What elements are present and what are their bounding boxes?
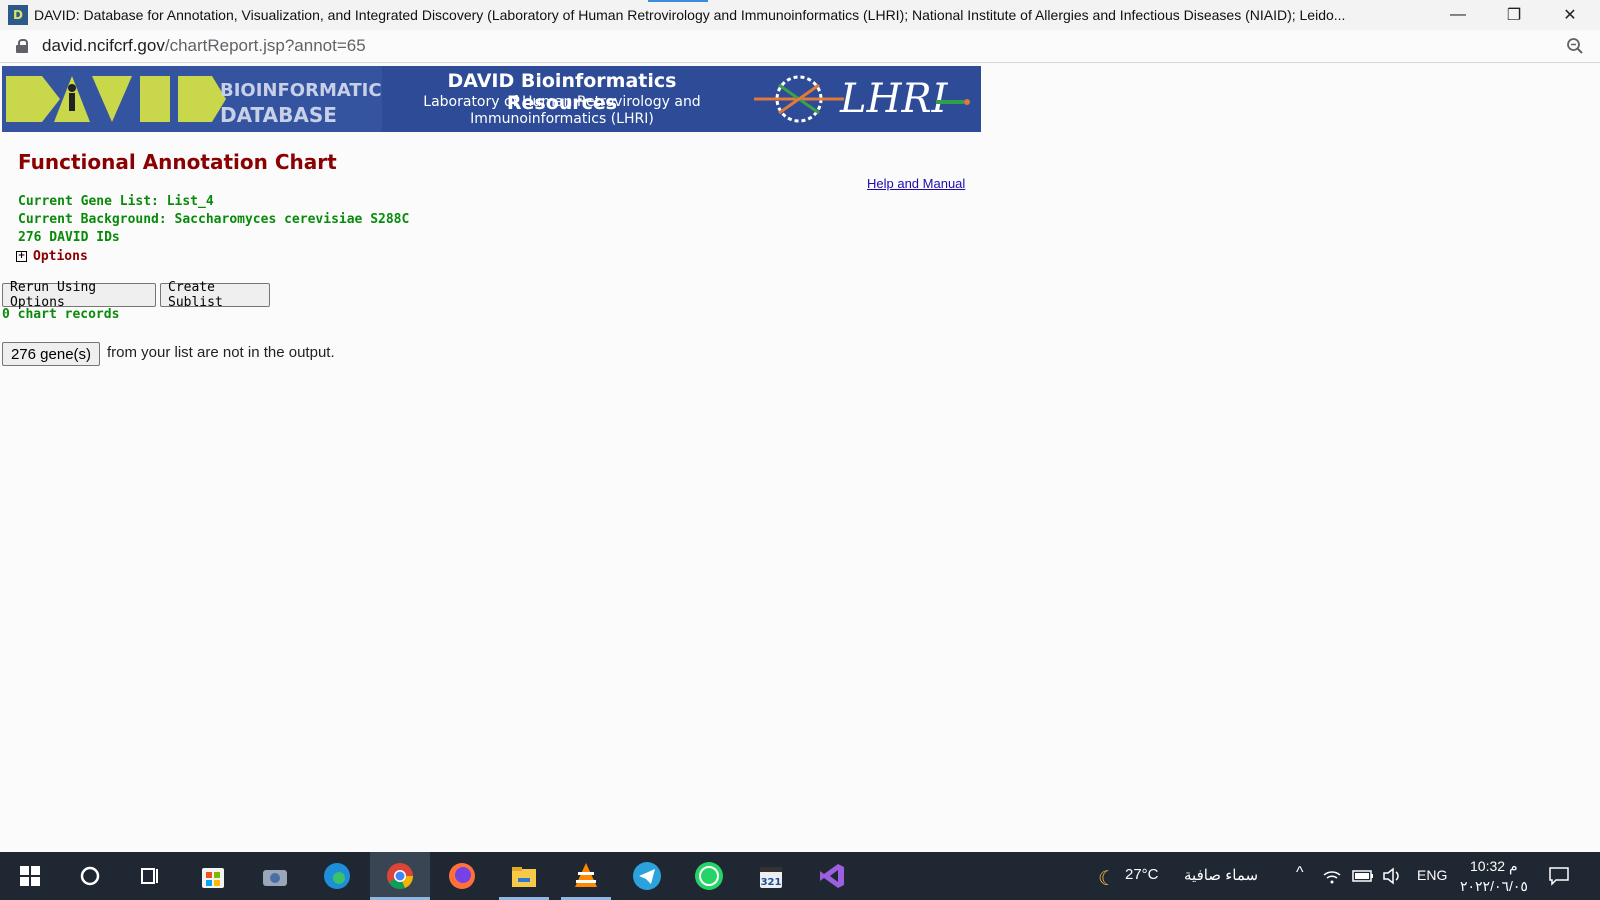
telegram-icon[interactable]: [631, 860, 663, 892]
restore-button[interactable]: ❐: [1486, 0, 1542, 30]
show-hidden-icons-chevron-icon[interactable]: ^: [1296, 864, 1304, 882]
current-background: Current Background: Saccharomyces cerevi…: [18, 212, 410, 227]
genes-not-in-output-button[interactable]: 276 gene(s): [2, 342, 100, 366]
url-path: /chartReport.jsp?annot=65: [164, 36, 366, 55]
notifications-icon[interactable]: [1548, 866, 1570, 886]
file-explorer-icon[interactable]: [508, 860, 540, 892]
banner-subtitle-line1: Laboratory of Human Retrovirology and: [423, 94, 701, 110]
help-and-manual-link[interactable]: Help and Manual: [867, 176, 965, 191]
lock-icon[interactable]: [16, 39, 28, 53]
url-text[interactable]: david.ncifcrf.gov/chartReport.jsp?annot=…: [42, 36, 366, 56]
title-accent-line: [648, 0, 708, 2]
cortana-search-icon[interactable]: [74, 860, 106, 892]
windows-taskbar: 321 ☾ 27°C سماء صافية ^ ENG 10:32 م ٢٠٢٢…: [0, 852, 1600, 900]
current-gene-list: Current Gene List: List_4: [18, 194, 214, 209]
volume-icon[interactable]: [1382, 867, 1404, 885]
clock-date[interactable]: ٢٠٢٢/٠٦/٠٥: [1460, 878, 1528, 895]
whatsapp-icon[interactable]: [693, 860, 725, 892]
windows-start-icon[interactable]: [14, 860, 46, 892]
moon-weather-icon[interactable]: ☾: [1098, 866, 1116, 891]
firefox-icon[interactable]: [446, 860, 478, 892]
battery-icon[interactable]: [1352, 870, 1374, 882]
window-title-bar: D DAVID: Database for Annotation, Visual…: [0, 0, 1600, 30]
window-title: DAVID: Database for Annotation, Visualiz…: [34, 7, 1346, 23]
create-sublist-button[interactable]: Create Sublist: [160, 280, 270, 310]
david-banner: BIOINFORMATICS DATABASE DAVID Bioinforma…: [2, 66, 981, 132]
address-bar[interactable]: david.ncifcrf.gov/chartReport.jsp?annot=…: [0, 30, 1600, 63]
david-favicon-icon: D: [8, 5, 28, 25]
david-ids-count: 276 DAVID IDs: [18, 230, 120, 245]
lhri-emblem-icon: [754, 75, 844, 123]
close-window-button[interactable]: ✕: [1542, 0, 1598, 30]
zoom-icon[interactable]: [1566, 37, 1584, 55]
lhri-logo-text: LHRI: [840, 76, 948, 122]
rerun-using-options-button[interactable]: Rerun Using Options: [2, 280, 156, 310]
camera-icon[interactable]: [259, 860, 291, 892]
chart-records-count: 0 chart records: [2, 307, 120, 322]
visual-studio-icon[interactable]: [816, 860, 848, 892]
clock-time[interactable]: 10:32 م: [1470, 858, 1518, 875]
input-language[interactable]: ENG: [1417, 867, 1447, 883]
options-toggle[interactable]: + Options: [16, 249, 88, 264]
weather-temperature[interactable]: 27°C: [1125, 866, 1159, 883]
lhri-arrow-icon: [936, 99, 970, 105]
banner-subtitle: Laboratory of Human Retrovirology and Im…: [392, 94, 732, 128]
vlc-icon[interactable]: [570, 860, 602, 892]
bioinformatics-text: BIOINFORMATICS: [220, 80, 382, 101]
svg-text:321: 321: [761, 877, 782, 888]
genes-not-in-output-text: from your list are not in the output.: [107, 344, 335, 361]
wifi-icon[interactable]: [1322, 867, 1342, 885]
microsoft-store-icon[interactable]: [197, 860, 229, 892]
chrome-icon[interactable]: [384, 860, 416, 892]
options-label[interactable]: Options: [33, 249, 88, 264]
url-domain: david.ncifcrf.gov: [42, 36, 165, 55]
banner-subtitle-line2: Immunoinformatics (LHRI): [470, 111, 654, 127]
david-logo: BIOINFORMATICS DATABASE: [2, 66, 382, 132]
minimize-button[interactable]: —: [1430, 0, 1486, 30]
clipchamp-icon[interactable]: 321: [755, 860, 787, 892]
page-title: Functional Annotation Chart: [18, 150, 337, 174]
edge-icon[interactable]: [321, 860, 353, 892]
task-view-icon[interactable]: [134, 860, 166, 892]
database-text: DATABASE: [220, 103, 337, 127]
weather-description[interactable]: سماء صافية: [1184, 866, 1258, 884]
expand-plus-icon[interactable]: +: [16, 251, 27, 262]
